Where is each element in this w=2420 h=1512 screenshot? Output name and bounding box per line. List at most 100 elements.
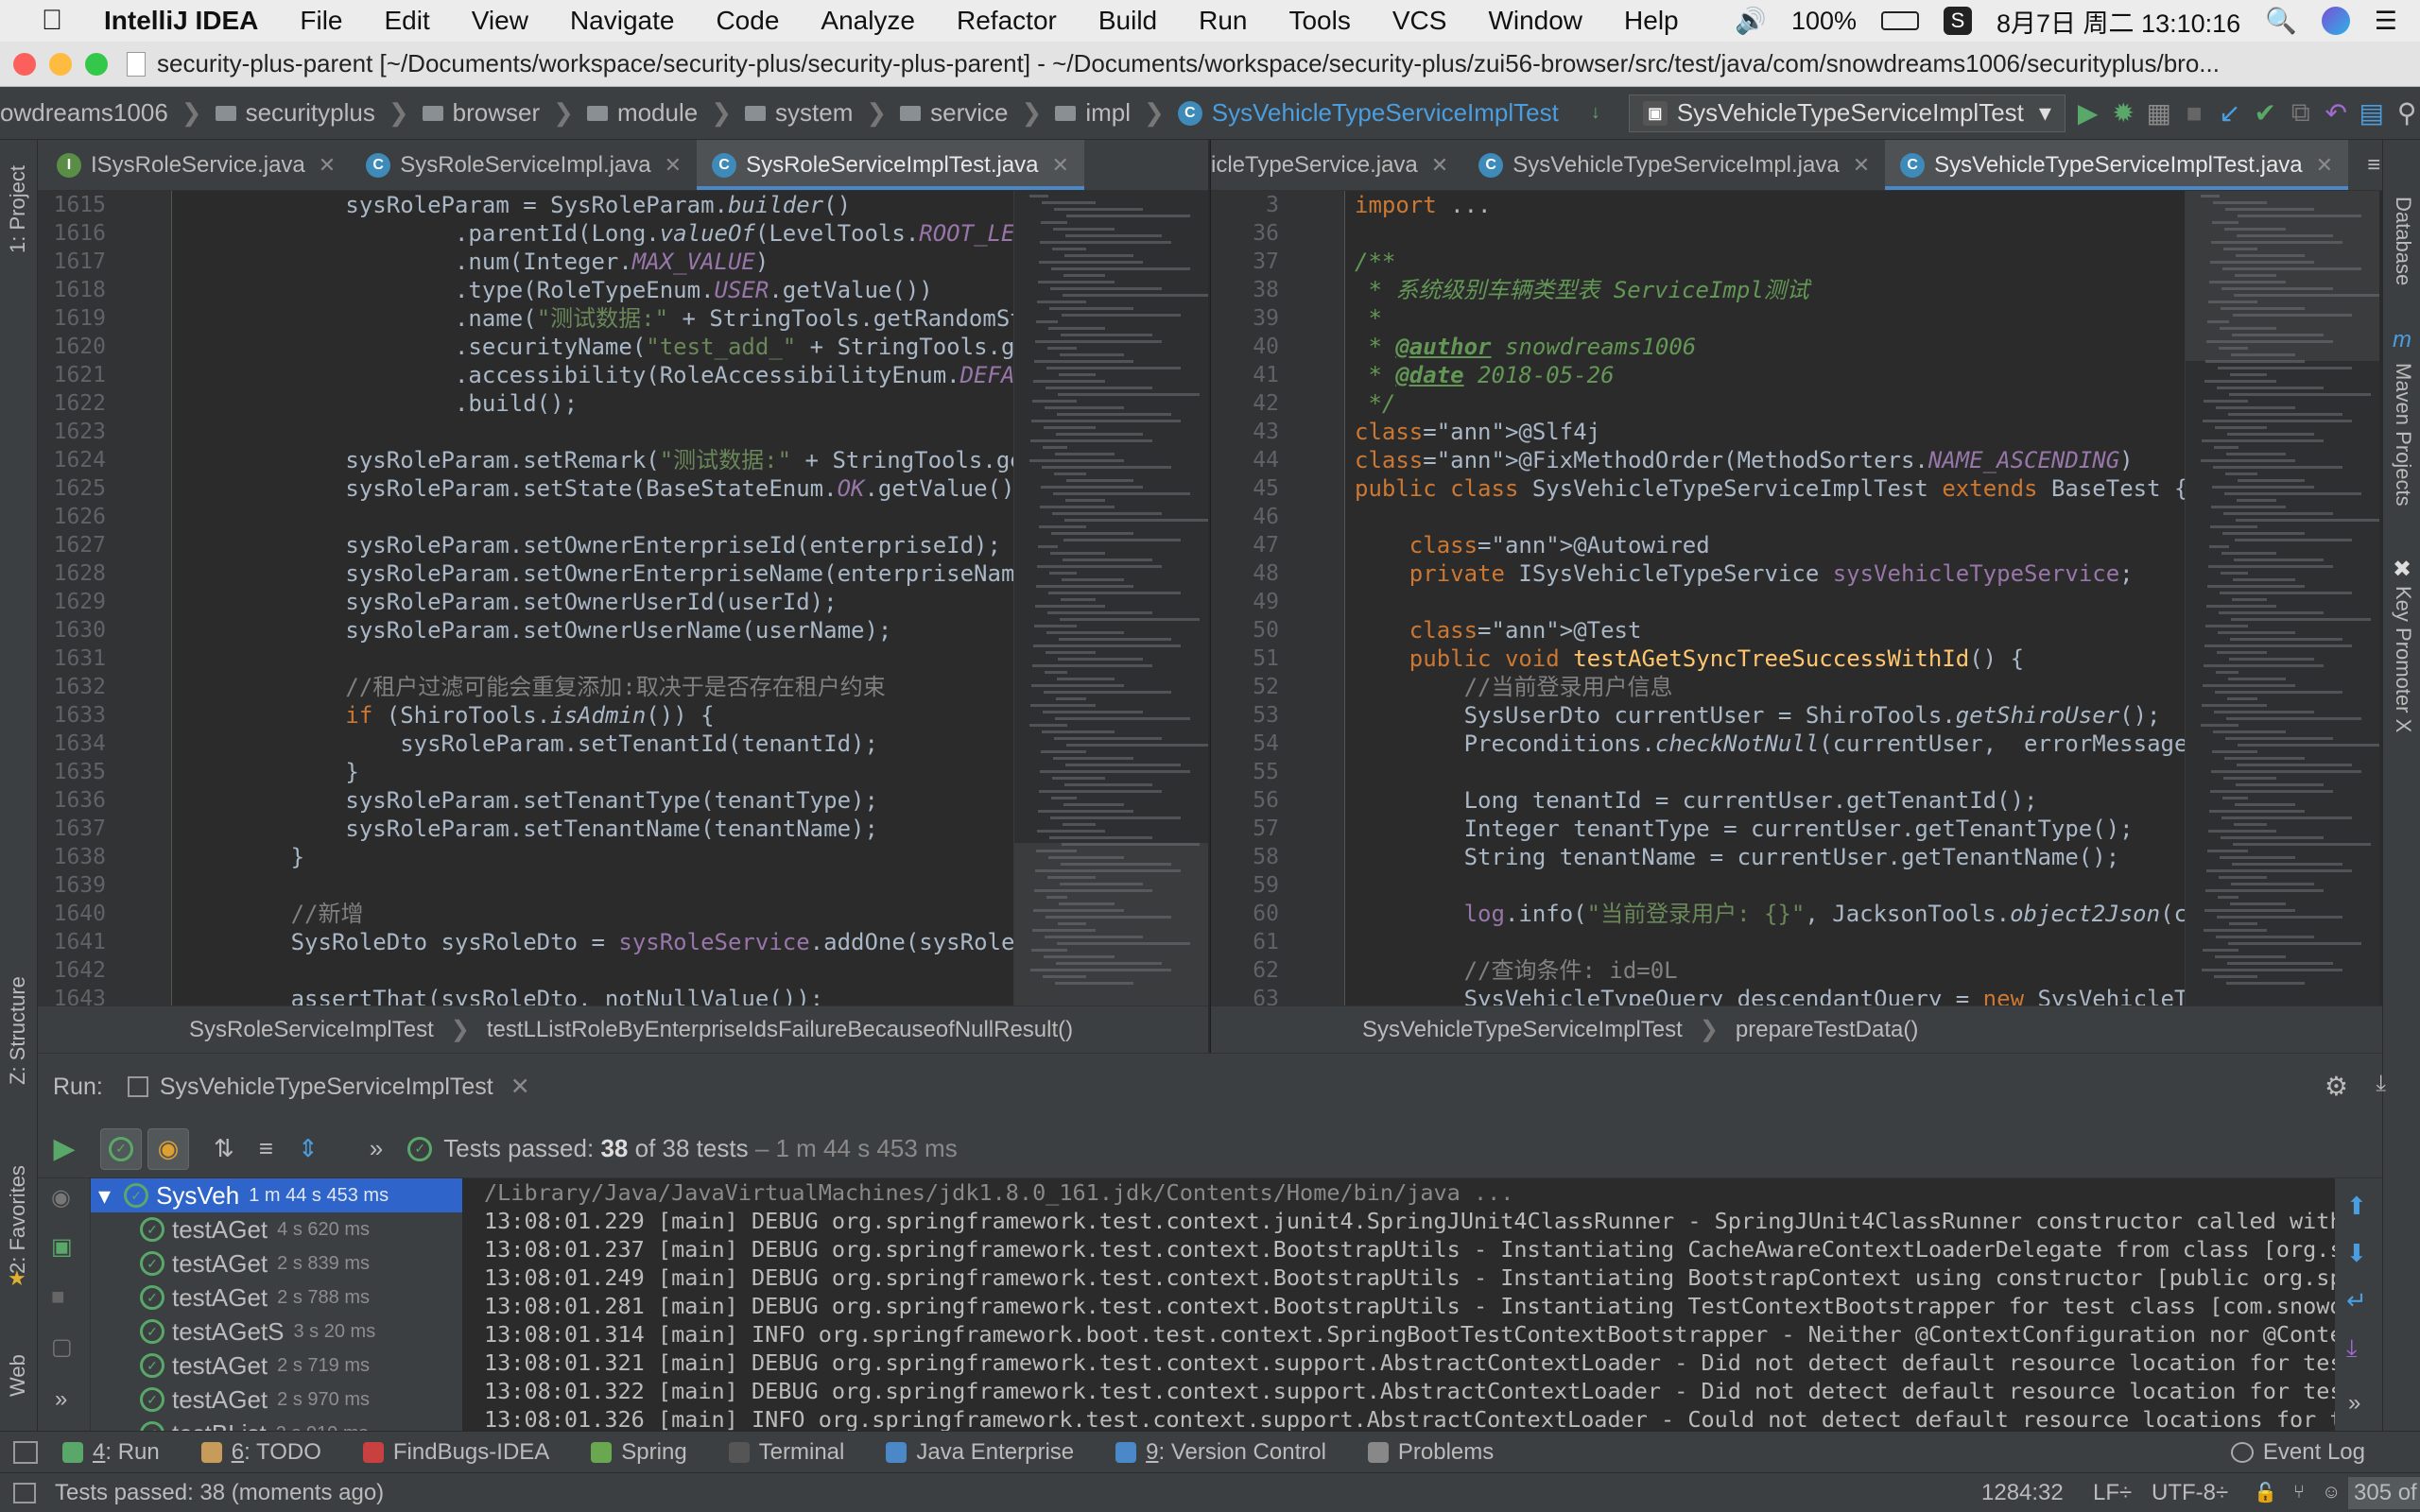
code-line[interactable]: 62 //查询条件: id=0L (1211, 956, 2185, 985)
console-line[interactable]: 13:08:01.321 [main] DEBUG org.springfram… (463, 1349, 2335, 1377)
siri-icon[interactable] (2321, 7, 2350, 35)
line-number[interactable]: 1631 (38, 644, 106, 673)
line-number[interactable]: 61 (1211, 928, 1279, 956)
line-separator[interactable]: LF÷ (2093, 1480, 2132, 1506)
web-tool-button[interactable]: Web (6, 1354, 30, 1397)
restore-layout-icon[interactable]: ▣ (51, 1233, 73, 1261)
code-line[interactable]: 1632 //租户过滤可能会重复添加:取决于是否存在租户约束 (38, 673, 1013, 701)
code-line[interactable]: 60 log.info("当前登录用户: {}", JacksonTools.o… (1211, 900, 2185, 928)
run-configuration-select[interactable]: ▣ SysVehicleTypeServiceImplTest ▾ (1628, 94, 2066, 132)
test-case-node[interactable]: ✓ testAGet 2 s 970 ms (91, 1383, 462, 1417)
tool-tab[interactable]: 9: Version Control (1115, 1439, 1326, 1466)
code-line[interactable]: 63 SysVehicleTypeQuery descendantQuery =… (1211, 985, 2185, 1005)
code-line[interactable]: 1640 //新增 (38, 900, 1013, 928)
project-tool-button[interactable]: 1: Project (6, 165, 30, 253)
nav-crumb[interactable]: module ❯ (586, 98, 732, 128)
code-line[interactable]: 46 (1211, 503, 2185, 531)
code-line[interactable]: 42 */ (1211, 389, 2185, 418)
line-number[interactable]: 1632 (38, 673, 106, 701)
line-number[interactable]: 50 (1211, 616, 1279, 644)
debug-icon[interactable]: ✹ (2110, 94, 2136, 132)
menu-window[interactable]: Window (1488, 6, 1582, 36)
nav-crumb[interactable]: service ❯ (900, 98, 1042, 128)
line-number[interactable]: 1620 (38, 333, 106, 361)
minimize-window-icon[interactable] (49, 52, 72, 76)
code-line[interactable]: 1642 (38, 956, 1013, 985)
test-case-node[interactable]: ✓ testAGetS 3 s 20 ms (91, 1314, 462, 1349)
more-actions-icon[interactable]: » (2348, 1390, 2360, 1417)
console-line[interactable]: 13:08:01.249 [main] DEBUG org.springfram… (463, 1263, 2335, 1292)
settings-gear-icon[interactable]: ⚙ (2325, 1071, 2348, 1102)
code-minimap[interactable] (2185, 191, 2379, 1005)
code-minimap[interactable] (1013, 191, 1208, 1005)
run-console-output[interactable]: /Library/Java/JavaVirtualMachines/jdk1.8… (463, 1178, 2335, 1432)
code-line[interactable]: 40 * @author snowdreams1006 (1211, 333, 2185, 361)
menu-code[interactable]: Code (716, 6, 779, 36)
tool-tab[interactable]: 4: Run (62, 1439, 160, 1466)
menu-run[interactable]: Run (1199, 6, 1247, 36)
line-number[interactable]: 1641 (38, 928, 106, 956)
test-case-node[interactable]: ✓ testAGet 2 s 839 ms (91, 1246, 462, 1280)
line-number[interactable]: 1633 (38, 701, 106, 730)
line-number[interactable]: 42 (1211, 389, 1279, 418)
code-line[interactable]: 45 public class SysVehicleTypeServiceImpl… (1211, 474, 2185, 503)
line-number[interactable]: 36 (1211, 219, 1279, 248)
tab-isysvehicletypeservice[interactable]: icleTypeService.java ✕ (1211, 140, 1463, 190)
caret-position[interactable]: 1284:32 (1981, 1480, 2064, 1506)
menu-navigate[interactable]: Navigate (570, 6, 675, 36)
vcs-revert-icon[interactable]: ↶ (2323, 94, 2349, 132)
code-line[interactable]: 3 import ... (1211, 191, 2185, 219)
line-number[interactable]: 1640 (38, 900, 106, 928)
coverage-icon[interactable]: ▦ (2146, 94, 2172, 132)
close-tab-icon[interactable]: ✕ (319, 153, 336, 178)
line-number[interactable]: 38 (1211, 276, 1279, 304)
close-tab-icon[interactable]: ✕ (1052, 153, 1069, 178)
line-number[interactable]: 1642 (38, 956, 106, 985)
close-tab-icon[interactable]: ✕ (665, 153, 682, 178)
file-encoding[interactable]: UTF-8÷ (2152, 1480, 2228, 1506)
code-line[interactable]: 43 class="ann">@Slf4j (1211, 418, 2185, 446)
code-line[interactable]: 1635 } (38, 758, 1013, 786)
hide-panel-icon[interactable]: ⤓ (2376, 1071, 2386, 1097)
menu-refactor[interactable]: Refactor (957, 6, 1057, 36)
key-promoter-tool-button[interactable]: Key Promoter X (2391, 586, 2415, 732)
tool-tab[interactable]: 6: TODO (200, 1439, 321, 1466)
line-number[interactable]: 1623 (38, 418, 106, 446)
line-number[interactable]: 3 (1211, 191, 1279, 219)
chevron-down-icon[interactable]: ▾ (98, 1181, 111, 1211)
project-structure-icon[interactable]: ▤ (2359, 94, 2385, 132)
code-line[interactable]: 36 (1211, 219, 2185, 248)
nav-crumb[interactable]: securityplus ❯ (215, 98, 409, 128)
show-ignored-toggle[interactable]: ◉ (147, 1127, 189, 1170)
code-line[interactable]: 58 String tenantName = currentUser.getTe… (1211, 843, 2185, 871)
left-code-area[interactable]: 1615 sysRoleParam = SysRoleParam.builder… (38, 191, 1013, 1005)
code-line[interactable]: 54 Preconditions.checkNotNull(currentUse… (1211, 730, 2185, 758)
console-line[interactable]: 13:08:01.281 [main] DEBUG org.springfram… (463, 1292, 2335, 1320)
code-line[interactable]: 1628 sysRoleParam.setOwnerEnterpriseName… (38, 559, 1013, 588)
run-config-tab[interactable]: SysVehicleTypeServiceImplTest ✕ (127, 1073, 530, 1101)
run-icon[interactable]: ▶ (2075, 94, 2101, 132)
notification-center-icon[interactable]: ☰ (2375, 7, 2397, 36)
menu-tools[interactable]: Tools (1288, 6, 1350, 36)
line-number[interactable]: 51 (1211, 644, 1279, 673)
line-number[interactable]: 1626 (38, 503, 106, 531)
tab-sysroleserviceimpl[interactable]: C SysRoleServiceImpl.java ✕ (351, 140, 697, 190)
line-number[interactable]: 44 (1211, 446, 1279, 474)
breadcrumb-method[interactable]: prepareTestData() (1736, 1017, 1918, 1043)
rerun-icon[interactable]: ▶ (38, 1132, 91, 1165)
nav-crumb[interactable]: system ❯ (745, 98, 887, 128)
line-number[interactable]: 46 (1211, 503, 1279, 531)
code-line[interactable]: 1626 (38, 503, 1013, 531)
arrow-down-icon[interactable]: ⬇ (2346, 1239, 2367, 1268)
menu-file[interactable]: File (300, 6, 342, 36)
line-number[interactable]: 1635 (38, 758, 106, 786)
line-number[interactable]: 40 (1211, 333, 1279, 361)
code-line[interactable]: 1624 sysRoleParam.setRemark("测试数据:" + St… (38, 446, 1013, 474)
code-line[interactable]: 50 class="ann">@Test (1211, 616, 2185, 644)
line-number[interactable]: 1619 (38, 304, 106, 333)
code-line[interactable]: 51 public void testAGetSyncTreeSuccessWi… (1211, 644, 2185, 673)
show-passed-toggle[interactable]: ✓ (100, 1127, 142, 1170)
favorites-tool-button[interactable]: 2: Favorites (6, 1165, 30, 1274)
code-line[interactable]: 1625 sysRoleParam.setState(BaseStateEnum… (38, 474, 1013, 503)
code-line[interactable]: 1633 if (ShiroTools.isAdmin()) { (38, 701, 1013, 730)
